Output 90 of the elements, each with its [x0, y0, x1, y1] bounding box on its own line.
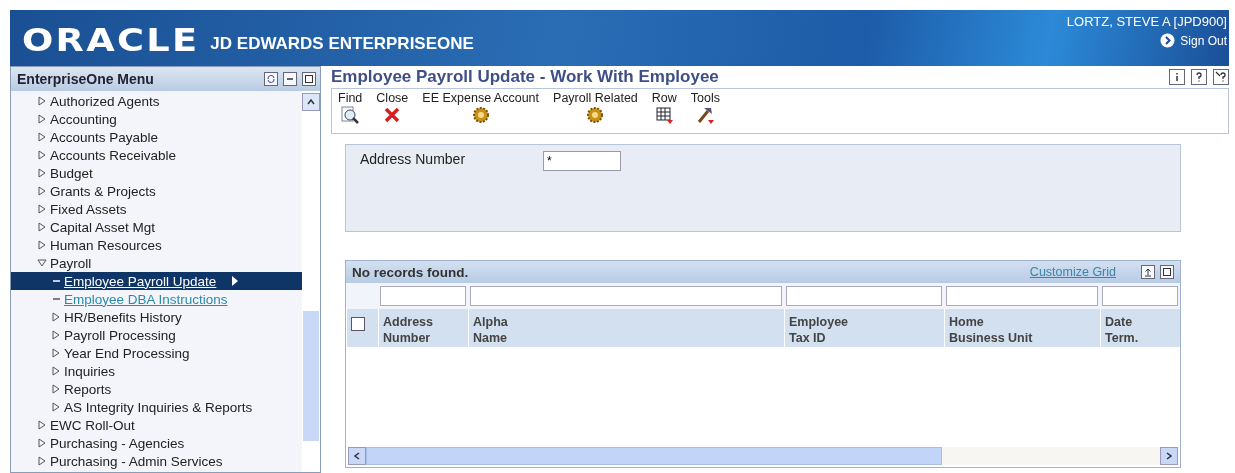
menu-item[interactable]: Accounts Payable	[11, 128, 302, 146]
info-icon[interactable]	[1169, 69, 1185, 85]
menu-item[interactable]: Human Resources	[11, 236, 302, 254]
toolbar-button[interactable]: Row	[651, 91, 677, 131]
expand-icon[interactable]	[37, 204, 47, 214]
chevron-right-icon	[1166, 452, 1172, 460]
expand-icon[interactable]	[51, 402, 61, 412]
field-label: Address Number	[360, 151, 466, 167]
expand-icon[interactable]	[37, 186, 47, 196]
form-title: Employee Payroll Update - Work With Employee	[331, 67, 719, 87]
item-help-icon[interactable]	[1213, 69, 1229, 85]
tools-icon	[698, 108, 715, 124]
expand-icon[interactable]	[37, 96, 47, 106]
expand-icon[interactable]	[37, 420, 47, 430]
grid-status: No records found.	[352, 264, 469, 280]
expand-icon[interactable]	[51, 384, 61, 394]
column-header[interactable]: Address Number	[378, 309, 468, 347]
menu-item[interactable]: Capital Asset Mgt	[11, 218, 302, 236]
panel-title: EnterpriseOne Menu	[17, 71, 154, 87]
menu-item[interactable]: Accounts Receivable	[11, 146, 302, 164]
menu-item[interactable]: Purchasing - Agencies	[11, 434, 302, 452]
filter-field[interactable]	[1102, 286, 1178, 306]
gear-icon	[472, 107, 489, 123]
menu-item[interactable]: Inquiries	[11, 362, 302, 380]
filter-field[interactable]	[946, 286, 1098, 306]
minimize-icon[interactable]	[283, 72, 297, 86]
menu-item[interactable]: Reports	[11, 380, 302, 398]
expand-icon[interactable]	[51, 330, 61, 340]
menu-item[interactable]: Budget	[11, 164, 302, 182]
grid-icon	[656, 107, 674, 124]
expand-icon[interactable]	[37, 438, 47, 448]
refresh-icon[interactable]	[264, 72, 278, 86]
column-header[interactable]: Employee Tax ID	[784, 309, 944, 347]
filter-field[interactable]	[380, 286, 466, 306]
scroll-thumb[interactable]	[303, 311, 319, 441]
menu-item[interactable]: Year End Processing	[11, 344, 302, 362]
menu-item[interactable]: Grants & Projects	[11, 182, 302, 200]
menu-item[interactable]: Employee Payroll Update	[11, 272, 302, 290]
address-number-field[interactable]: *	[543, 151, 622, 171]
close-icon	[384, 107, 401, 123]
menu-item[interactable]: Fixed Assets	[11, 200, 302, 218]
export-icon[interactable]	[1141, 265, 1155, 279]
scroll-up-button[interactable]	[302, 93, 320, 111]
filter-field[interactable]	[786, 286, 942, 306]
menu-item[interactable]: Accounting	[11, 110, 302, 128]
product-name: JD EDWARDS ENTERPRISEONE	[210, 33, 474, 54]
column-header[interactable]: Alpha Name	[468, 309, 784, 347]
expand-icon[interactable]	[51, 366, 61, 376]
menu-item[interactable]: AS Integrity Inquiries & Reports	[11, 398, 302, 416]
scroll-right-button[interactable]	[1160, 447, 1178, 465]
expand-icon[interactable]	[51, 348, 61, 358]
expand-icon[interactable]	[37, 132, 47, 142]
expand-icon[interactable]	[37, 222, 47, 232]
arrow-icon	[231, 276, 240, 286]
menu-item[interactable]: EWC Roll-Out	[11, 416, 302, 434]
toolbar-button[interactable]: EE Expense Account	[422, 91, 540, 131]
scroll-thumb[interactable]	[366, 447, 942, 465]
column-header[interactable]: Date Term.	[1100, 309, 1180, 347]
menu-item[interactable]: Authorized Agents	[11, 92, 302, 110]
filter-field[interactable]	[470, 286, 782, 306]
toolbar-button[interactable]: Payroll Related	[553, 91, 638, 131]
column-header[interactable]: Home Business Unit	[944, 309, 1100, 347]
logo: ORACLE	[22, 21, 200, 59]
menu-item[interactable]: Purchasing - Admin Services	[11, 452, 302, 470]
expand-icon[interactable]	[37, 240, 47, 250]
toolbar-button[interactable]: Tools	[690, 91, 720, 131]
expand-icon[interactable]	[37, 114, 47, 124]
arrow-circle-icon	[1160, 33, 1176, 48]
sign-out-link[interactable]: Sign Out	[1160, 33, 1227, 48]
expand-icon[interactable]	[37, 150, 47, 160]
toolbar-button[interactable]: Find	[338, 91, 363, 131]
menu-item[interactable]: Payroll	[11, 254, 302, 272]
maximize-icon[interactable]	[302, 72, 316, 86]
menu-item[interactable]: HR/Benefits History	[11, 308, 302, 326]
expand-icon[interactable]	[37, 168, 47, 178]
help-icon[interactable]	[1191, 69, 1207, 85]
expand-icon[interactable]	[37, 456, 47, 466]
gear-icon	[587, 107, 604, 123]
search-icon	[341, 106, 360, 124]
menu-item[interactable]: Payroll Processing	[11, 326, 302, 344]
toolbar-button[interactable]: Close	[376, 91, 409, 131]
expand-icon[interactable]	[51, 312, 61, 322]
chevron-left-icon	[354, 452, 360, 460]
scroll-left-button[interactable]	[348, 447, 366, 465]
chevron-up-icon	[307, 99, 315, 105]
user-name: LORTZ, STEVE A [JPD900]	[1066, 14, 1227, 29]
collapse-icon[interactable]	[37, 258, 47, 268]
select-all-checkbox[interactable]	[351, 317, 365, 331]
menu-item[interactable]: Employee DBA Instructions	[11, 290, 302, 308]
maximize-icon[interactable]	[1160, 265, 1174, 279]
